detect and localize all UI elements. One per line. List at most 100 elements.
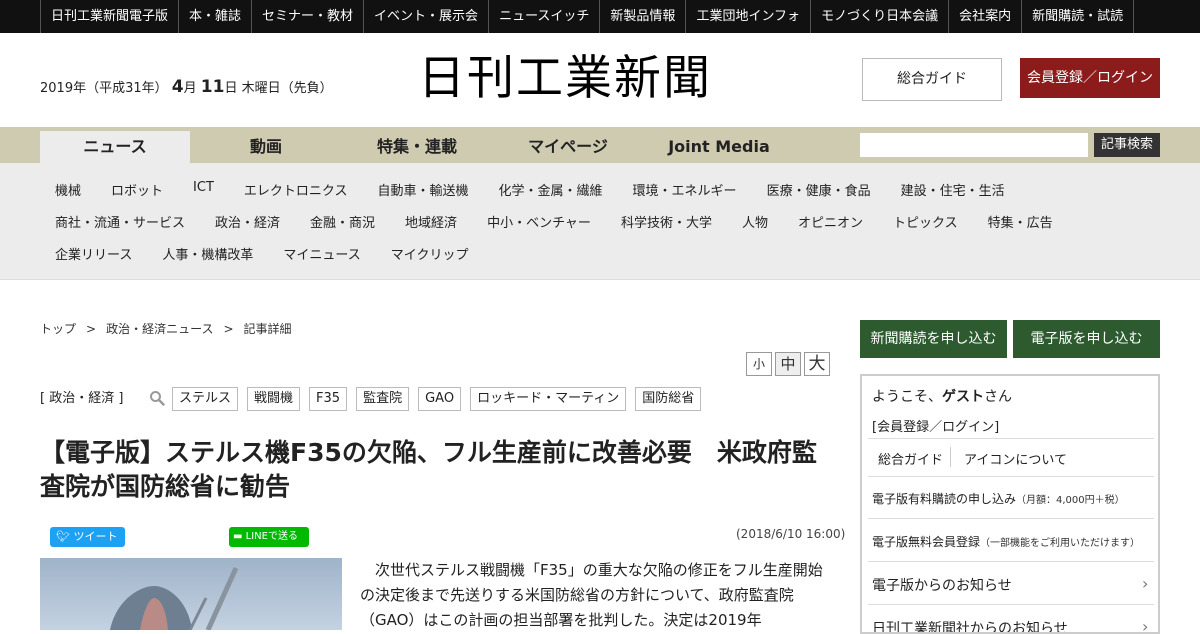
paid-subscription-link[interactable]: 電子版有料購読の申し込み（月額：4,000円＋税）	[872, 490, 1125, 507]
date-day: 11	[200, 77, 225, 97]
tag[interactable]: ロッキード・マーティン	[470, 387, 627, 411]
line-label: LINEで送る	[245, 531, 298, 542]
register-login-link[interactable]: [会員登録／ログイン]	[872, 416, 999, 435]
top-nav-item[interactable]: モノづくり日本会議	[811, 0, 950, 33]
divider	[868, 604, 1154, 605]
tag-list: ステルス 戦闘機 F35 監査院 GAO ロッキード・マーティン 国防総省	[172, 387, 710, 411]
top-nav-item[interactable]: イベント・展示会	[364, 0, 490, 33]
tag[interactable]: GAO	[418, 387, 462, 411]
line-icon: ▬	[233, 531, 243, 542]
welcome-text: ようこそ、ゲストさん	[872, 386, 1012, 406]
tab-video[interactable]: 動画	[191, 131, 341, 163]
top-nav-item[interactable]: ニュースイッチ	[489, 0, 601, 33]
tag[interactable]: 戦闘機	[247, 387, 301, 411]
masthead: 2019年（平成31年） 4月 11日 木曜日（先負） 日刊工業新聞 総合ガイド…	[0, 33, 1200, 127]
top-nav-item[interactable]: セミナー・教材	[252, 0, 365, 33]
category-link[interactable]: 機械	[55, 180, 81, 199]
category-link[interactable]: 建設・住宅・生活	[901, 180, 1005, 199]
category-link[interactable]: 医療・健康・食品	[767, 180, 871, 199]
guide-button[interactable]: 総合ガイド	[862, 58, 1002, 101]
free-registration-note: （一部機能をご利用いただけます）	[980, 538, 1141, 549]
tab-joint-media[interactable]: Joint Media	[644, 131, 794, 163]
welcome-suffix: さん	[984, 389, 1012, 405]
site-logo[interactable]: 日刊工業新聞	[418, 53, 712, 105]
login-button[interactable]: 会員登録／ログイン	[1020, 58, 1160, 98]
category-link[interactable]: 商社・流通・サービス	[55, 212, 185, 231]
article-photo[interactable]	[40, 558, 342, 630]
tag[interactable]: F35	[309, 387, 348, 411]
category-link[interactable]: 人事・機構改革	[162, 244, 253, 263]
guest-name: ゲスト	[942, 389, 984, 405]
search-button[interactable]: 記事検索	[1094, 133, 1160, 157]
category-link[interactable]: 金融・商況	[310, 212, 375, 231]
category-row: 商社・流通・サービス 政治・経済 金融・商況 地域経済 中小・ベンチャー 科学技…	[55, 212, 1083, 231]
category-link[interactable]: 環境・エネルギー	[633, 180, 737, 199]
date-month: 4	[171, 77, 184, 97]
breadcrumb-separator: >	[223, 322, 234, 336]
tab-news[interactable]: ニュース	[40, 131, 190, 163]
paid-subscription-label: 電子版有料購読の申し込み	[872, 492, 1017, 506]
category-link[interactable]: ICT	[193, 180, 214, 199]
divider	[868, 561, 1154, 562]
tab-features[interactable]: 特集・連載	[342, 131, 492, 163]
digital-notice-link[interactable]: 電子版からのお知らせ	[872, 575, 1012, 595]
category-link[interactable]: オピニオン	[798, 212, 863, 231]
tab-mypage[interactable]: マイページ	[493, 131, 643, 163]
breadcrumb: トップ > 政治・経済ニュース > 記事詳細	[40, 320, 292, 337]
top-nav-item[interactable]: 工業団地インフォ	[686, 0, 812, 33]
category-link[interactable]: 企業リリース	[55, 244, 132, 263]
category-link[interactable]: 人物	[742, 212, 768, 231]
category-link[interactable]: 中小・ベンチャー	[487, 212, 591, 231]
top-nav-item[interactable]: 会社案内	[949, 0, 1023, 33]
tag[interactable]: 国防総省	[635, 387, 702, 411]
publish-date: (2018/6/10 16:00)	[736, 527, 846, 541]
font-large-button[interactable]: 大	[804, 352, 830, 376]
category-link[interactable]: エレクトロニクス	[244, 180, 348, 199]
font-medium-button[interactable]: 中	[775, 352, 801, 376]
article-body: 次世代ステルス戦闘機「F35」の重大な欠陥の修正をフル生産開始の決定後まで先送り…	[360, 561, 823, 629]
category-link[interactable]: マイニュース	[283, 244, 360, 263]
article-category[interactable]: [ 政治・経済 ]	[40, 387, 123, 406]
breadcrumb-section[interactable]: 政治・経済ニュース	[106, 322, 213, 336]
divider	[868, 476, 1154, 477]
member-box: ようこそ、ゲストさん [会員登録／ログイン] 総合ガイド アイコンについて 電子…	[860, 374, 1160, 634]
fighter-jet-image	[110, 566, 239, 630]
divider	[868, 518, 1154, 519]
category-link[interactable]: 地域経済	[405, 212, 457, 231]
category-link[interactable]: マイクリップ	[391, 244, 469, 263]
free-registration-link[interactable]: 電子版無料会員登録（一部機能をご利用いただけます）	[872, 533, 1140, 550]
breadcrumb-top[interactable]: トップ	[40, 322, 76, 336]
search-icon	[150, 391, 165, 406]
welcome-prefix: ようこそ、	[872, 389, 942, 405]
top-nav-item[interactable]: 新聞購読・試読	[1022, 0, 1135, 33]
category-link[interactable]: 特集・広告	[988, 212, 1053, 231]
category-link[interactable]: トピックス	[893, 212, 958, 231]
paid-subscription-note: （月額：4,000円＋税）	[1016, 495, 1125, 506]
top-nav-item[interactable]: 日刊工業新聞電子版	[41, 0, 180, 33]
font-small-button[interactable]: 小	[746, 352, 772, 376]
top-nav-item[interactable]: 本・雑誌	[179, 0, 253, 33]
category-link[interactable]: 政治・経済	[215, 212, 280, 231]
category-link[interactable]: ロボット	[111, 180, 163, 199]
top-nav-item[interactable]: 新製品情報	[600, 0, 687, 33]
breadcrumb-current: 記事詳細	[243, 322, 292, 336]
category-link[interactable]: 自動車・輸送機	[378, 180, 469, 199]
line-share-button[interactable]: ▬ LINEで送る	[229, 527, 309, 547]
divider	[950, 447, 951, 467]
category-link[interactable]: 化学・金属・繊維	[499, 180, 603, 199]
category-row: 機械 ロボット ICT エレクトロニクス 自動車・輸送機 化学・金属・繊維 環境…	[55, 180, 1035, 199]
subscribe-newspaper-button[interactable]: 新聞購読を申し込む	[860, 320, 1007, 358]
guide-link[interactable]: 総合ガイド	[878, 449, 943, 468]
tweet-label: ツイート	[73, 530, 118, 543]
icons-info-link[interactable]: アイコンについて	[964, 449, 1067, 468]
twitter-icon: 🐦︎	[56, 530, 70, 543]
category-link[interactable]: 科学技術・大学	[621, 212, 712, 231]
tag[interactable]: ステルス	[172, 387, 239, 411]
category-panel: 機械 ロボット ICT エレクトロニクス 自動車・輸送機 化学・金属・繊維 環境…	[0, 163, 1200, 280]
subscribe-digital-button[interactable]: 電子版を申し込む	[1013, 320, 1160, 358]
company-notice-link[interactable]: 日刊工業新聞社からのお知らせ	[872, 618, 1068, 632]
tweet-button[interactable]: 🐦︎ ツイート	[50, 527, 125, 547]
tag[interactable]: 監査院	[356, 387, 410, 411]
article-headline: 【電子版】ステルス機F35の欠陥、フル生産前に改善必要 米政府監査院が国防総省に…	[40, 438, 817, 501]
search-input[interactable]	[860, 133, 1088, 157]
